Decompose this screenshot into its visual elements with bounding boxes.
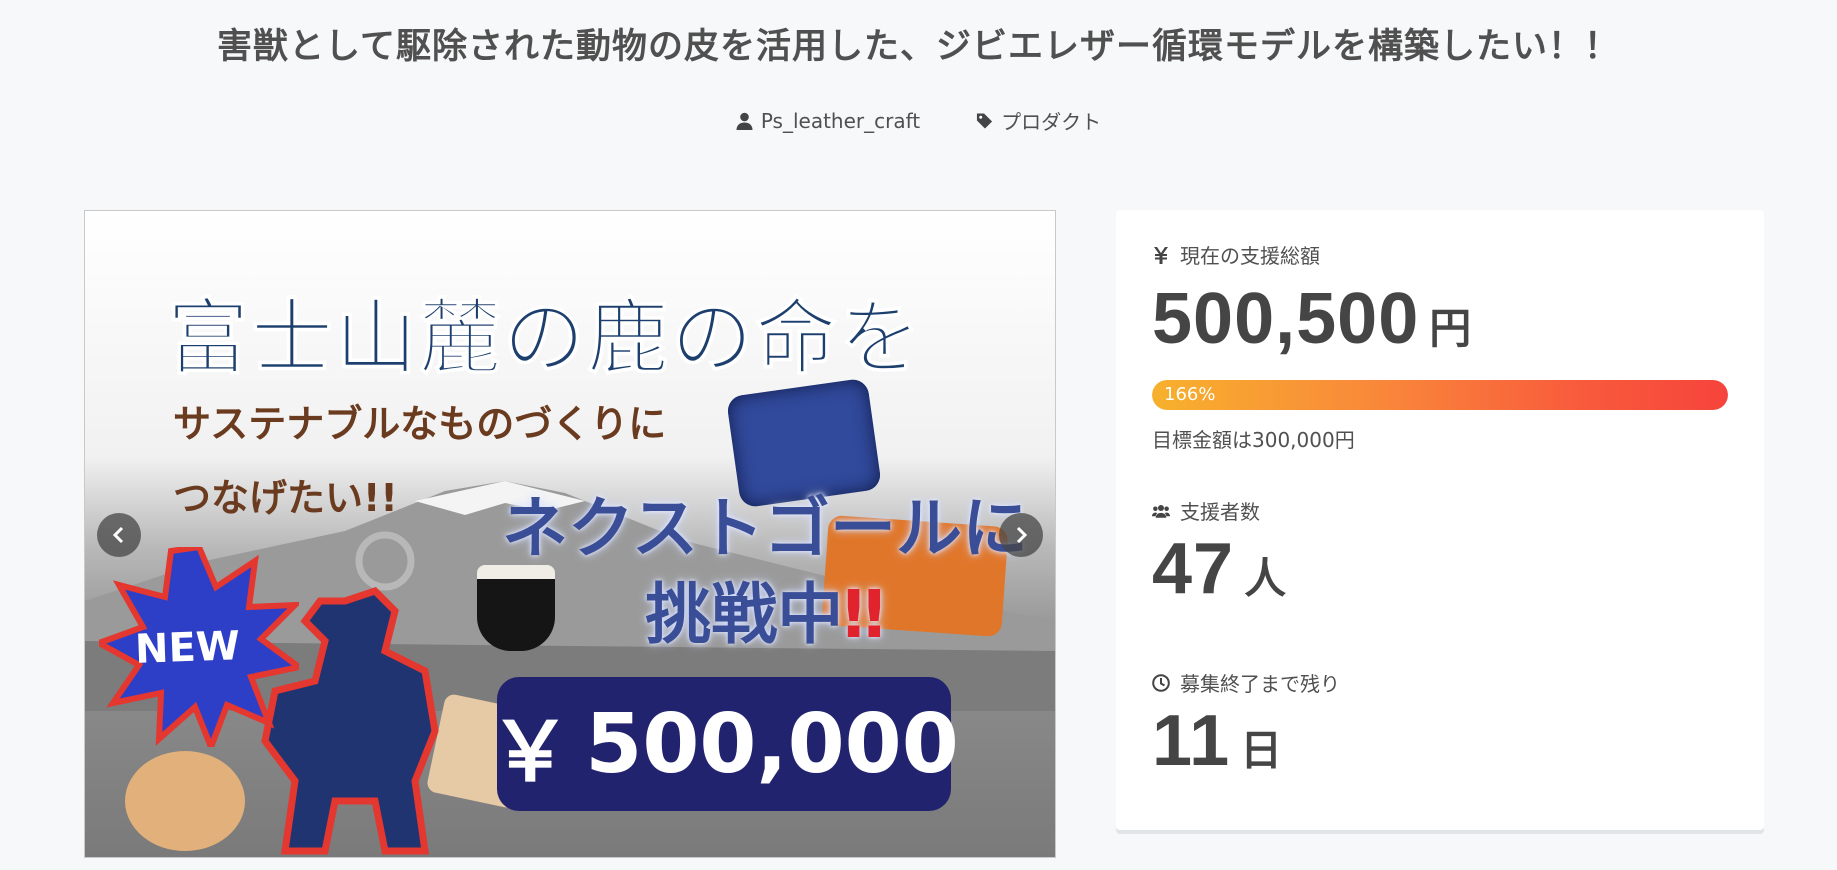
total-amount-unit: 円	[1429, 305, 1472, 352]
next-goal-text: 挑戦中	[645, 575, 844, 653]
next-goal-line-2: 挑戦中‼	[465, 572, 1055, 658]
hero-headline: 富士山麓の鹿の命を	[166, 291, 924, 387]
clock-icon	[1152, 673, 1170, 692]
chevron-right-icon	[1016, 526, 1028, 544]
progress-fill	[1152, 380, 1728, 410]
carousel-prev-button[interactable]	[97, 513, 141, 557]
funding-progress-bar: 166%	[1152, 380, 1728, 410]
total-label: 現在の支援総額	[1152, 240, 1320, 269]
next-goal-line-1: ネクストゴールに	[501, 490, 1029, 567]
project-meta: Ps_leather_craft プロダクト	[0, 106, 1837, 135]
hero-subtitle-2: つなげたい!!	[173, 476, 398, 520]
price-symbol: ￥	[489, 704, 572, 800]
backers-count-value: 47	[1152, 529, 1235, 609]
funding-stats-card: 現在の支援総額 500,500 円 166% 目標金額は300,000円 支援者数…	[1116, 210, 1764, 830]
hero-carousel[interactable]: 富士山麓の鹿の命を サステナブルなものづくりに つなげたい!! NEW ネクスト…	[84, 210, 1056, 858]
remaining-days-value: 11	[1152, 701, 1231, 781]
backers-label: 支援者数	[1152, 496, 1260, 525]
backers-label-text: 支援者数	[1180, 500, 1260, 524]
remaining-days: 11 日	[1152, 700, 1282, 782]
owner-link[interactable]: Ps_leather_craft	[736, 106, 920, 135]
price-value: 500,000	[585, 696, 959, 792]
tag-icon	[977, 112, 993, 129]
carousel-next-button[interactable]	[999, 513, 1043, 557]
total-label-text: 現在の支援総額	[1180, 244, 1320, 268]
goal-amount: 目標金額は300,000円	[1152, 428, 1355, 452]
total-amount: 500,500 円	[1152, 278, 1471, 360]
page-title: 害獣として駆除された動物の皮を活用した、ジビエレザー循環モデルを構築したい！！	[217, 27, 1620, 67]
owner-name: Ps_leather_craft	[760, 108, 921, 133]
hero-subtitle-1: サステナブルなものづくりに	[173, 402, 667, 446]
new-badge-text: NEW	[134, 623, 241, 673]
backers-count-unit: 人	[1244, 555, 1287, 602]
backers-count: 47 人	[1152, 528, 1286, 610]
yen-icon	[1154, 246, 1168, 264]
category-name: プロダクト	[1001, 110, 1102, 134]
total-amount-value: 500,500	[1152, 279, 1420, 359]
next-goal-banner: ネクストゴールに 挑戦中‼	[465, 486, 1055, 658]
exclamation-icon: ‼	[843, 575, 885, 653]
category-link[interactable]: プロダクト	[976, 106, 1101, 135]
chevron-left-icon	[112, 526, 124, 544]
hero-price-box: ￥ 500,000	[489, 677, 959, 811]
progress-percent: 166%	[1164, 384, 1216, 405]
remaining-days-unit: 日	[1240, 727, 1283, 774]
user-icon	[736, 112, 753, 130]
remaining-label: 募集終了まで残り	[1152, 668, 1340, 697]
remaining-label-text: 募集終了まで残り	[1180, 672, 1340, 696]
users-icon	[1152, 504, 1170, 518]
